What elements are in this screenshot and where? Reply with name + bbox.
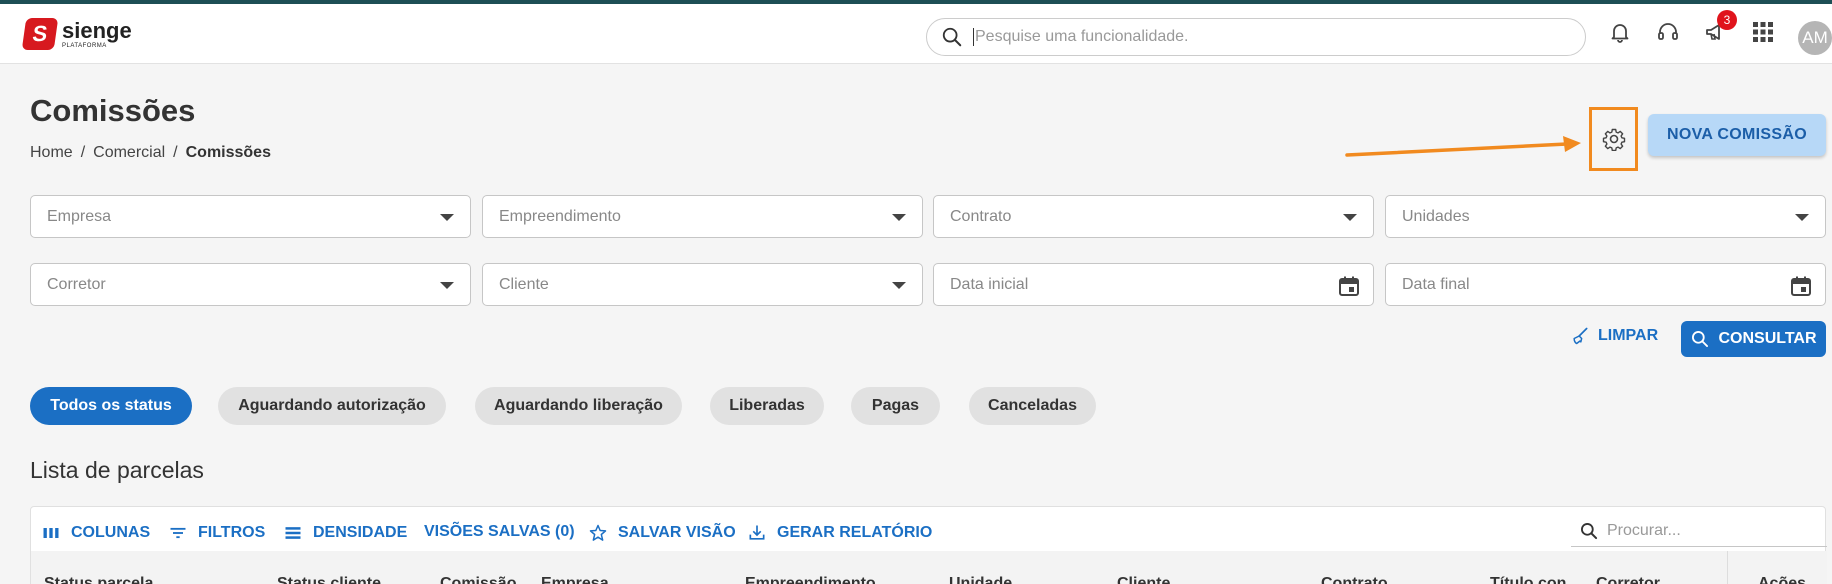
save-view-label: SALVAR VISÃO xyxy=(618,524,736,541)
breadcrumb: Home / Comercial / Comissões xyxy=(30,144,279,162)
new-commission-button[interactable]: NOVA COMISSÃO xyxy=(1648,114,1826,156)
list-title: Lista de parcelas xyxy=(30,457,204,483)
page-title: Comissões xyxy=(30,93,196,128)
end-date-field[interactable]: Data final xyxy=(1385,263,1826,306)
development-select-label: Empreendimento xyxy=(499,207,621,225)
filters-button-label: FILTROS xyxy=(198,524,266,541)
column-header[interactable]: Status cliente xyxy=(277,575,381,584)
apps-grid-icon[interactable] xyxy=(1749,18,1777,46)
search-icon xyxy=(942,27,962,47)
search-submit-label: CONSULTAR xyxy=(1718,330,1817,347)
column-header[interactable]: Contrato xyxy=(1321,575,1388,584)
density-button[interactable]: DENSIDADE xyxy=(283,523,407,543)
contract-select-label: Contrato xyxy=(950,207,1012,225)
logo-name: sienge xyxy=(62,17,132,43)
caret-down-icon xyxy=(892,282,906,289)
save-view-button[interactable]: SALVAR VISÃO xyxy=(588,523,736,543)
column-header[interactable]: Empresa xyxy=(541,575,609,584)
status-chip-released[interactable]: Liberadas xyxy=(710,387,824,425)
status-chip-awaiting-release[interactable]: Aguardando liberação xyxy=(475,387,682,425)
breadcrumb-home[interactable]: Home xyxy=(30,144,73,162)
megaphone-icon[interactable]: 3 xyxy=(1701,10,1737,46)
client-select[interactable]: Cliente xyxy=(482,263,923,306)
search-submit-button[interactable]: CONSULTAR xyxy=(1681,321,1826,357)
units-select[interactable]: Unidades xyxy=(1385,195,1826,238)
search-icon xyxy=(1581,522,1598,539)
broker-select-label: Corretor xyxy=(47,275,106,293)
grid-search[interactable] xyxy=(1571,515,1827,547)
end-date-label: Data final xyxy=(1402,275,1470,293)
client-select-label: Cliente xyxy=(499,275,549,293)
logo-subtitle: PLATAFORMA xyxy=(62,42,107,49)
start-date-field[interactable]: Data inicial xyxy=(933,263,1374,306)
column-header[interactable]: Status parcela xyxy=(44,575,153,584)
filter-lines-icon xyxy=(170,527,186,539)
contract-select[interactable]: Contrato xyxy=(933,195,1374,238)
column-header[interactable]: Unidade xyxy=(949,575,1012,584)
grid-search-input[interactable] xyxy=(1607,521,1807,540)
columns-button[interactable]: COLUNAS xyxy=(41,523,150,543)
broom-icon xyxy=(1573,327,1588,345)
actions-column-divider xyxy=(1727,551,1728,584)
notification-badge: 3 xyxy=(1717,10,1737,30)
density-button-label: DENSIDADE xyxy=(313,524,408,541)
development-select[interactable]: Empreendimento xyxy=(482,195,923,238)
caret-down-icon xyxy=(440,282,454,289)
columns-button-label: COLUNAS xyxy=(71,524,151,541)
breadcrumb-comercial[interactable]: Comercial xyxy=(93,144,165,162)
columns-icon xyxy=(43,528,59,538)
column-header[interactable]: Título con xyxy=(1490,575,1566,584)
breadcrumb-current: Comissões xyxy=(185,144,271,161)
units-select-label: Unidades xyxy=(1402,207,1470,225)
clear-button[interactable]: LIMPAR xyxy=(1570,326,1658,346)
column-header[interactable]: Cliente xyxy=(1117,575,1170,584)
calendar-icon[interactable] xyxy=(1337,274,1361,298)
column-header[interactable]: Comissão xyxy=(440,575,516,584)
clear-button-label: LIMPAR xyxy=(1598,327,1659,344)
status-chip-cancelled[interactable]: Canceladas xyxy=(969,387,1096,425)
company-select-label: Empresa xyxy=(47,207,112,225)
filters-button[interactable]: FILTROS xyxy=(168,523,265,543)
broker-select[interactable]: Corretor xyxy=(30,263,471,306)
gear-icon[interactable] xyxy=(1602,127,1626,151)
density-icon xyxy=(285,527,301,539)
annotation-arrow xyxy=(1345,136,1581,157)
start-date-label: Data inicial xyxy=(950,275,1029,293)
headset-icon[interactable] xyxy=(1654,18,1682,46)
star-icon xyxy=(589,524,607,541)
global-search-input[interactable] xyxy=(973,28,1533,46)
status-chip-paid[interactable]: Pagas xyxy=(851,387,940,425)
settings-highlight-box xyxy=(1589,107,1638,171)
top-navbar: S sienge PLATAFORMA 3 AM xyxy=(0,4,1832,64)
download-icon xyxy=(749,525,765,540)
column-header: Ações xyxy=(1758,575,1807,584)
column-header[interactable]: Empreendimento xyxy=(745,575,876,584)
status-chip-awaiting-authorization[interactable]: Aguardando autorização xyxy=(218,387,446,425)
bell-icon[interactable] xyxy=(1606,18,1634,46)
caret-down-icon xyxy=(892,214,906,221)
grid-header: Status parcela Status cliente Comissão E… xyxy=(31,551,1827,584)
breadcrumb-separator: / xyxy=(80,144,86,161)
column-header[interactable]: Corretor xyxy=(1596,575,1660,584)
user-avatar[interactable]: AM xyxy=(1798,21,1832,55)
global-search[interactable] xyxy=(926,18,1586,56)
caret-down-icon xyxy=(440,214,454,221)
company-select[interactable]: Empresa xyxy=(30,195,471,238)
caret-down-icon xyxy=(1343,214,1357,221)
sienge-logo-icon: S xyxy=(21,18,59,50)
breadcrumb-separator: / xyxy=(173,144,178,161)
status-chip-all[interactable]: Todos os status xyxy=(30,387,192,425)
sienge-logo[interactable]: S sienge PLATAFORMA xyxy=(21,17,132,50)
calendar-icon[interactable] xyxy=(1789,274,1813,298)
saved-views-label: VISÕES SALVAS (0) xyxy=(424,523,575,540)
search-icon xyxy=(1692,331,1709,347)
generate-report-label: GERAR RELATÓRIO xyxy=(777,524,933,541)
generate-report-button[interactable]: GERAR RELATÓRIO xyxy=(747,523,932,543)
installments-grid: COLUNAS FILTROS DENSIDADE VISÕES SALVAS … xyxy=(30,506,1827,584)
caret-down-icon xyxy=(1795,214,1809,221)
saved-views-button[interactable]: VISÕES SALVAS (0) xyxy=(424,523,575,541)
